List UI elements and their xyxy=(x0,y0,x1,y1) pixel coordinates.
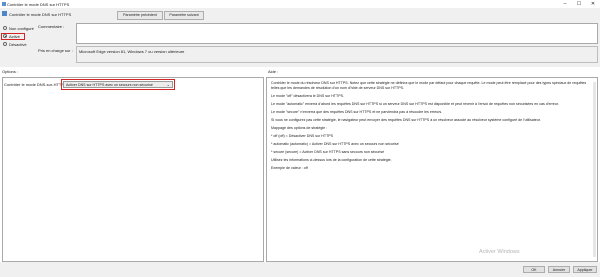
help-paragraph: Contrôler le mode du résolveur DNS sur H… xyxy=(271,81,587,90)
options-header: Options : xyxy=(2,69,19,74)
doh-mode-selected: Activer DNS sur HTTPS avec un secours no… xyxy=(66,83,153,87)
help-paragraph: Le mode "off" désactivera le DNS sur HTT… xyxy=(271,94,344,98)
options-pane xyxy=(2,77,264,262)
radio-disabled[interactable] xyxy=(3,42,7,46)
help-paragraph: * secure (secure) = Activer DNS sur HTTP… xyxy=(271,150,385,154)
supported-field: Microsoft Edge version 81, Windows 7 ou … xyxy=(76,46,598,63)
comment-input[interactable] xyxy=(76,23,598,44)
maximize-button[interactable]: ☐ xyxy=(572,0,586,8)
help-paragraph: * automatic (automatic) = Activer DNS su… xyxy=(271,142,399,146)
help-pane: Contrôler le mode du résolveur DNS sur H… xyxy=(266,77,598,262)
window-title: Contrôler le mode DNS sur HTTPS xyxy=(7,2,70,7)
help-paragraph: Exemple de valeur : off xyxy=(271,166,308,170)
radio-not-configured[interactable] xyxy=(3,26,7,30)
chevron-down-icon: ⌄ xyxy=(166,82,170,87)
policy-name: Contrôler le mode DNS sur HTTPS xyxy=(9,12,72,17)
policy-app-icon xyxy=(2,2,6,6)
option-label: Contrôler le mode DNS-sur-HTTPS xyxy=(4,82,67,87)
radio-label-enabled: Activé xyxy=(9,34,20,39)
help-paragraph: * off (off) = Désactiver DNS sur HTTPS xyxy=(271,134,334,138)
radio-enabled[interactable] xyxy=(3,34,7,38)
close-button[interactable]: ✕ xyxy=(586,0,600,8)
help-paragraph: Mappage des options de stratégie : xyxy=(271,126,328,130)
radio-label-disabled: Désactivé xyxy=(9,42,27,47)
comment-label: Commentaire : xyxy=(38,24,65,29)
next-setting-button[interactable]: Paramètre suivant xyxy=(164,11,204,20)
help-header: Aide : xyxy=(268,69,279,74)
help-paragraph: Le mode "secure" n'enverra que des requê… xyxy=(271,110,443,114)
previous-setting-button[interactable]: Paramètre précédent xyxy=(117,11,163,20)
cancel-button[interactable]: Annuler xyxy=(548,266,570,273)
supported-label: Pris en charge sur : xyxy=(38,48,73,53)
doh-mode-dropdown[interactable]: Activer DNS sur HTTPS avec un secours no… xyxy=(63,81,173,88)
policy-icon xyxy=(2,11,7,16)
minimize-button[interactable]: – xyxy=(558,0,572,8)
help-paragraph: Si vous ne configurez pas cette stratégi… xyxy=(271,118,541,122)
activate-windows-watermark: Activer Windows xyxy=(479,249,520,255)
title-bar: Contrôler le mode DNS sur HTTPS – ☐ ✕ xyxy=(0,0,600,8)
apply-button[interactable]: Appliquer xyxy=(573,266,597,273)
help-paragraph: Utilisez les informations ci-dessus lors… xyxy=(271,158,392,162)
help-paragraph: Le mode "automatic" enverra d'abord les … xyxy=(271,102,559,106)
help-scrollbar[interactable] xyxy=(593,82,596,257)
footer xyxy=(0,262,600,277)
supported-value: Microsoft Edge version 81, Windows 7 ou … xyxy=(79,49,185,54)
ok-button[interactable]: OK xyxy=(523,266,545,273)
radio-label-not-configured: Non configuré xyxy=(9,26,34,31)
